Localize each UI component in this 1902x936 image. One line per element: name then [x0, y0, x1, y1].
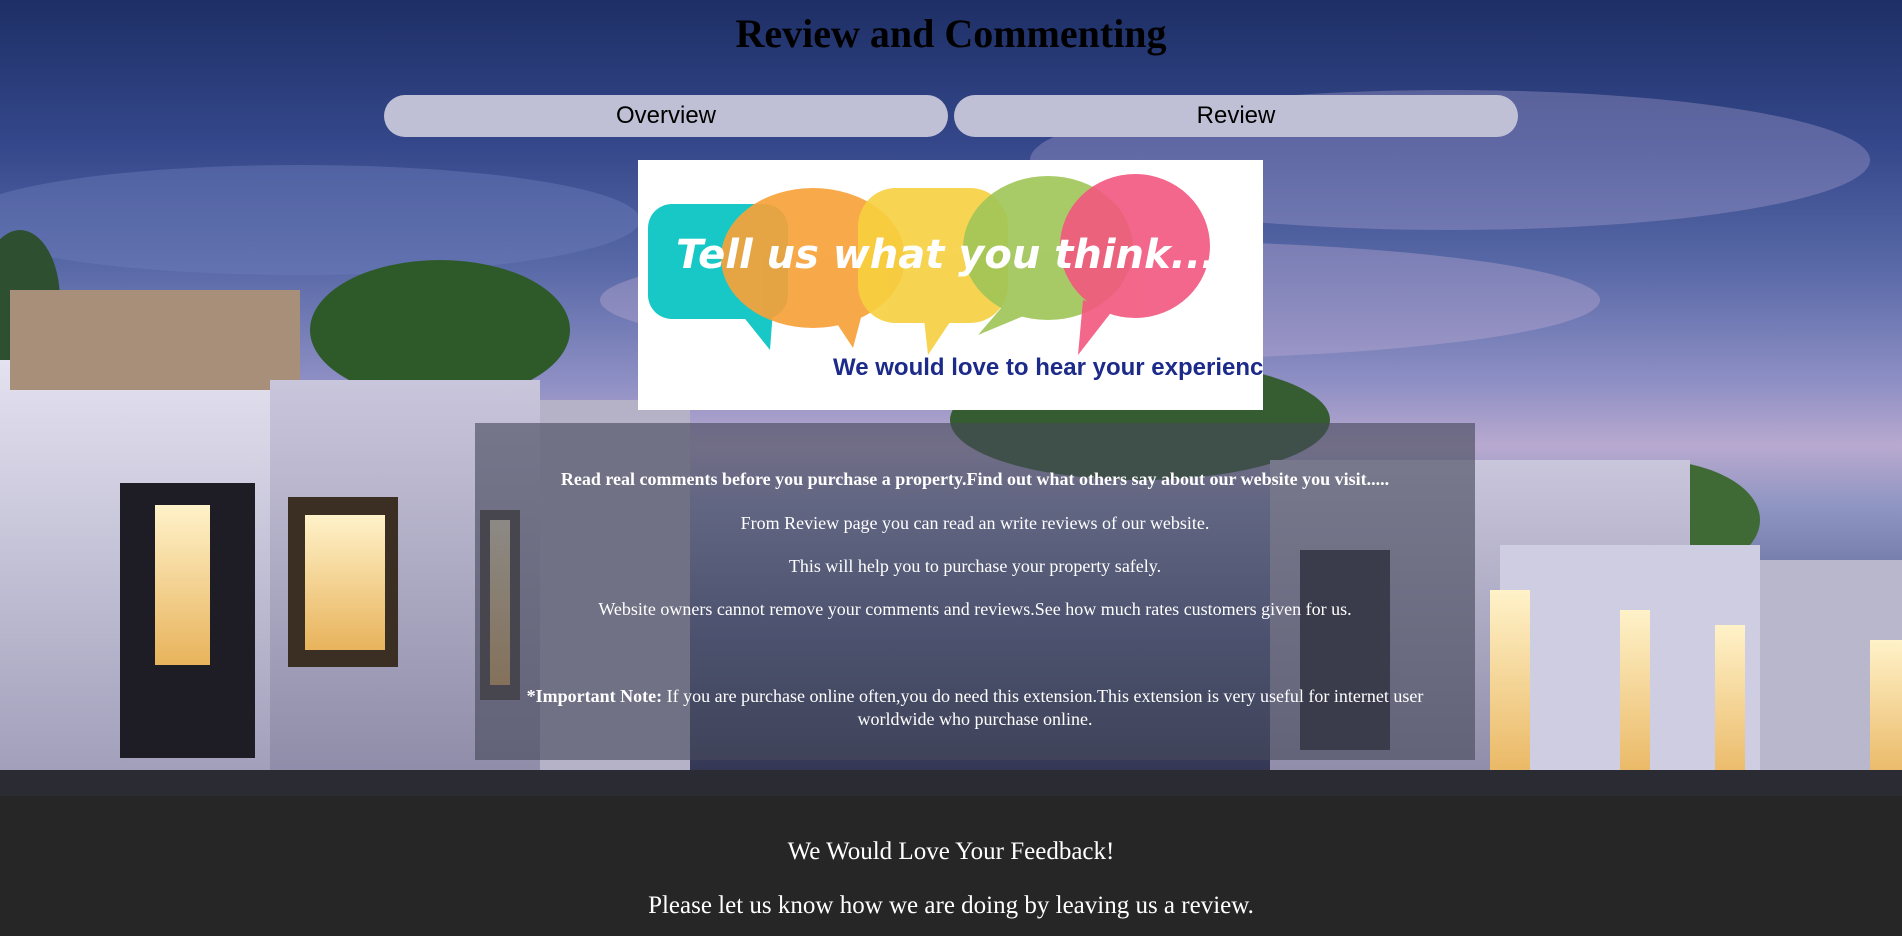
review-page: Review and Commenting Overview Review Te…: [0, 0, 1902, 936]
info-panel: Read real comments before you purchase a…: [475, 423, 1475, 760]
important-note-label: *Important Note:: [526, 686, 663, 706]
info-headline: Read real comments before you purchase a…: [560, 469, 1390, 489]
footer-subheading: Please let us know how we are doing by l…: [648, 892, 1254, 919]
info-line: From Review page you can read an write r…: [740, 513, 1210, 533]
feedback-footer: We Would Love Your Feedback! Please let …: [0, 796, 1902, 936]
info-line: This will help you to purchase your prop…: [788, 556, 1162, 576]
important-note-text: If you are purchase online often,you do …: [662, 686, 1424, 729]
info-line: Website owners cannot remove your commen…: [598, 599, 1352, 619]
banner-subline: We would love to hear your experience!: [833, 354, 1263, 381]
footer-heading: We Would Love Your Feedback!: [787, 838, 1115, 865]
tab-bar: Overview Review: [384, 95, 1518, 137]
feedback-banner-image: Tell us what you think... We would love …: [638, 160, 1263, 410]
tab-overview[interactable]: Overview: [384, 95, 948, 137]
page-title: Review and Commenting: [735, 11, 1167, 56]
speech-bubbles-illustration: Tell us what you think... We would love …: [648, 174, 1263, 381]
important-note: *Important Note: If you are purchase onl…: [525, 685, 1425, 731]
tab-review[interactable]: Review: [954, 95, 1518, 137]
banner-headline: Tell us what you think...: [676, 232, 1216, 278]
hero-background: Review and Commenting Overview Review Te…: [0, 0, 1902, 796]
